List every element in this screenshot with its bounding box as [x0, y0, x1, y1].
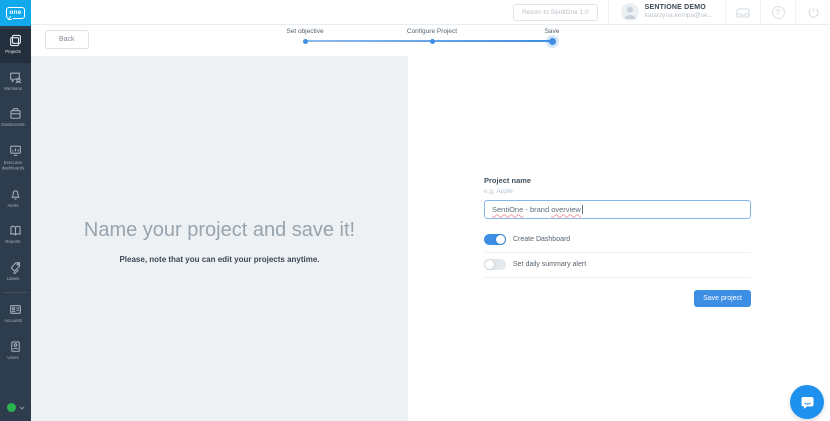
project-name-hint: e.g. Apple — [484, 188, 751, 195]
person-icon — [621, 3, 639, 21]
toggle-knob — [485, 260, 494, 269]
save-project-button[interactable]: Save project — [694, 290, 751, 307]
input-text-segment: - brand — [523, 205, 551, 214]
text-cursor — [582, 205, 583, 214]
sidebar-item-dashboards[interactable]: Dashboards — [0, 102, 31, 136]
sidebar-item-executive-dashboards[interactable]: Executive dashboards — [0, 139, 31, 180]
dashboards-icon — [9, 107, 22, 120]
user-email: katarzyna.kempa@se... — [645, 12, 713, 20]
user-name: SENTIONE DEMO — [645, 4, 713, 13]
sidebar-item-label: Projects — [0, 50, 28, 55]
avatar — [621, 3, 639, 21]
stepper-line — [305, 40, 552, 42]
step-configure-project[interactable]: Configure Project — [387, 28, 477, 35]
wizard-header: Back Set objective Configure Project Sav… — [31, 25, 830, 56]
step-set-objective[interactable]: Set objective — [260, 28, 350, 35]
step-save[interactable]: Save — [507, 28, 597, 35]
input-text-segment: overview — [551, 205, 581, 214]
toggle-knob — [496, 235, 505, 244]
sidebar-item-label: Dashboards — [0, 123, 28, 128]
daily-summary-alert-row[interactable]: Set daily summary alert — [484, 256, 751, 274]
create-dashboard-label: Create Dashboard — [513, 236, 570, 243]
reports-icon — [9, 224, 22, 237]
sidebar-item-label: Reports — [0, 240, 28, 245]
divider — [484, 277, 751, 278]
divider — [484, 252, 751, 253]
sidebar-divider — [4, 292, 27, 293]
status-green-dot — [7, 403, 16, 412]
power-icon — [807, 6, 820, 19]
sidebar-item-label: Executive dashboards — [0, 161, 28, 172]
project-name-input[interactable]: SentiOne - brand overview — [484, 200, 751, 219]
labels-icon — [9, 261, 22, 274]
sidebar: one Projects Mentions Dashboards Execut — [0, 0, 31, 421]
chat-bubble-icon — [799, 394, 816, 411]
sidebar-item-users[interactable]: Users — [0, 335, 31, 369]
help-icon: ? — [772, 6, 785, 19]
toggle-0[interactable] — [484, 234, 506, 245]
logout-button[interactable] — [796, 0, 830, 24]
step-dot-save[interactable] — [549, 38, 556, 45]
mentions-icon — [9, 71, 22, 84]
sentione-logo[interactable]: one — [0, 0, 31, 26]
create-dashboard-row[interactable]: Create Dashboard — [484, 231, 751, 249]
sidebar-item-reports[interactable]: Reports — [0, 219, 31, 253]
step-dot-configure-project[interactable] — [430, 39, 435, 44]
sidebar-item-mentions[interactable]: Mentions — [0, 66, 31, 100]
save-project-form: Project name e.g. Apple SentiOne - brand… — [484, 172, 751, 307]
user-menu[interactable]: SENTIONE DEMO katarzyna.kempa@se... — [609, 0, 725, 24]
sidebar-item-label: Users — [0, 356, 28, 361]
chevron-down-icon — [19, 406, 25, 410]
topbar: Return to SentiOne 1.0 SENTIONE DEMO kat… — [31, 0, 830, 25]
page-title: Name your project and save it! — [31, 219, 408, 242]
toggle-1[interactable] — [484, 259, 506, 270]
input-text-segment: SentiOne — [492, 205, 523, 214]
chat-widget-button[interactable] — [790, 385, 824, 419]
help-button[interactable]: ? — [761, 0, 795, 24]
project-name-label: Project name — [484, 176, 751, 185]
info-panel: Name your project and save it! Please, n… — [31, 56, 408, 421]
sidebar-item-alerts[interactable]: Alerts — [0, 183, 31, 217]
sidebar-nav: Projects Mentions Dashboards Executive d… — [0, 29, 31, 371]
sidebar-item-labels[interactable]: Labels — [0, 256, 31, 290]
sidebar-item-label: Alerts — [0, 204, 28, 209]
daily-summary-alert-label: Set daily summary alert — [513, 261, 586, 268]
sentione-logo-bubble: one — [6, 7, 24, 19]
page-subtitle: Please, note that you can edit your proj… — [31, 255, 408, 264]
step-dot-set-objective[interactable] — [303, 39, 308, 44]
projects-icon — [9, 34, 22, 47]
sidebar-item-accounts[interactable]: Accounts — [0, 298, 31, 332]
inbox-button[interactable] — [726, 0, 760, 24]
inbox-icon — [735, 5, 751, 19]
sidebar-item-label: Accounts — [0, 319, 28, 324]
connection-status[interactable] — [7, 403, 25, 412]
users-icon — [9, 340, 22, 353]
wizard-stepper: Set objective Configure Project Save — [31, 25, 830, 56]
return-to-sentione-button[interactable]: Return to SentiOne 1.0 — [513, 4, 598, 21]
sidebar-item-projects[interactable]: Projects — [0, 29, 31, 63]
sidebar-item-label: Mentions — [0, 87, 28, 92]
accounts-icon — [9, 303, 22, 316]
sidebar-item-label: Labels — [0, 277, 28, 282]
executive-dashboards-icon — [9, 144, 22, 157]
alerts-icon — [9, 188, 22, 201]
